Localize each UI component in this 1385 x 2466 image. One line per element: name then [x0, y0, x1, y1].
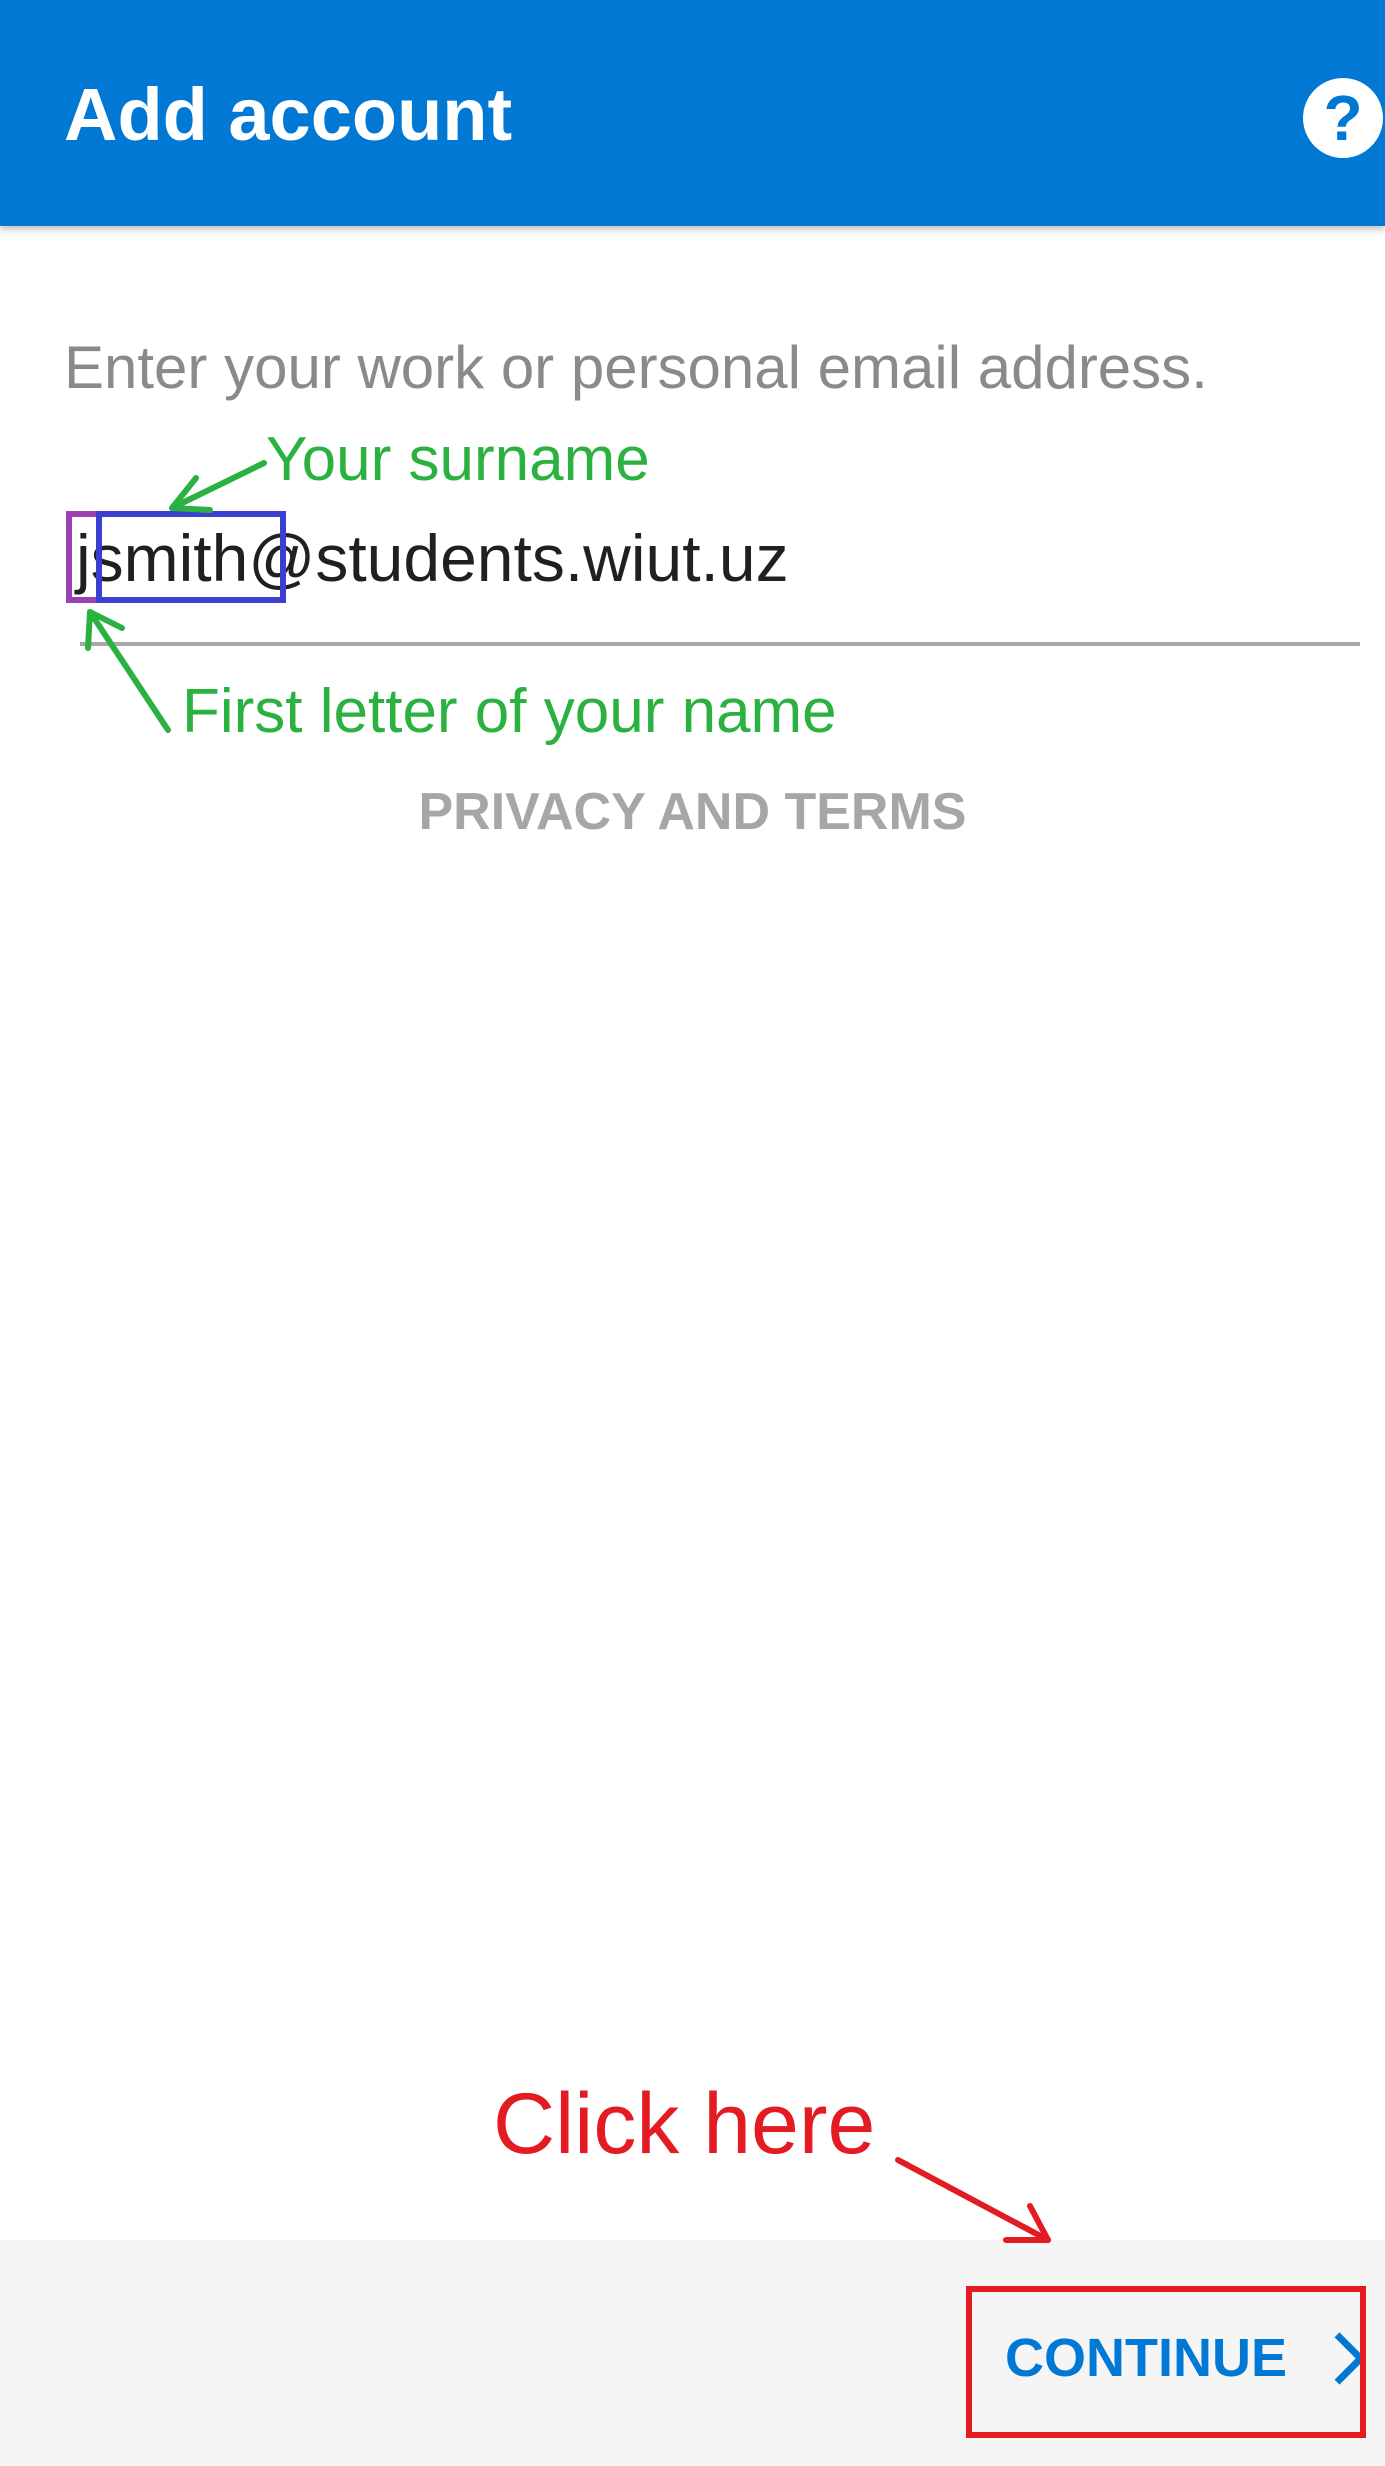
app-bar: Add account ? [0, 0, 1385, 226]
surname-highlight [96, 511, 286, 603]
click-here-arrow [895, 2157, 1051, 2243]
click-here-annotation: Click here [493, 2076, 876, 2172]
instruction-text: Enter your work or personal email addres… [64, 334, 1208, 401]
privacy-and-terms-link[interactable]: PRIVACY AND TERMS [0, 778, 1385, 846]
continue-highlight-box [966, 2286, 1366, 2438]
surname-annotation: Your surname [266, 425, 650, 494]
help-icon[interactable]: ? [1303, 78, 1383, 158]
page-title: Add account [64, 73, 513, 156]
first-letter-annotation: First letter of your name [182, 677, 837, 746]
